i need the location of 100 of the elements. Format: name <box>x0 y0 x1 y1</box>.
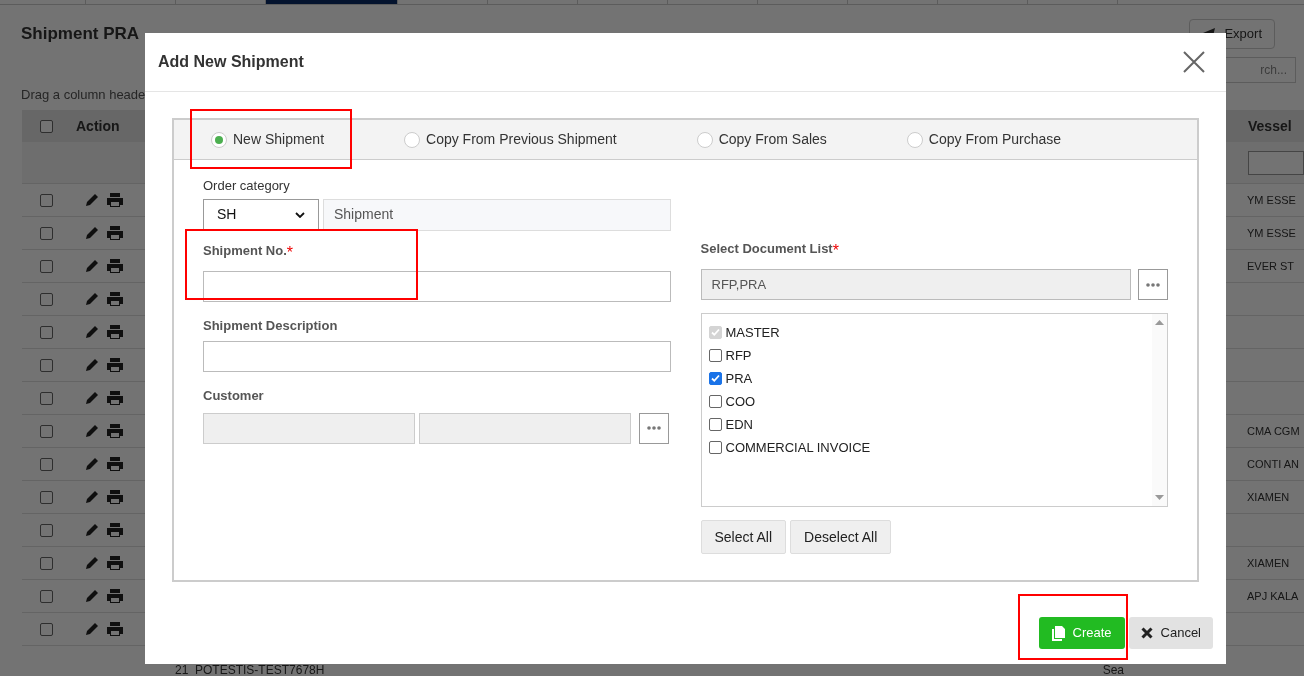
pencil-icon[interactable] <box>84 225 100 241</box>
document-option[interactable]: COMMERCIAL INVOICE <box>708 439 1152 456</box>
document-option[interactable]: PRA <box>708 370 1152 387</box>
page-title: Shipment PRA <box>21 22 140 45</box>
checkbox[interactable] <box>708 395 722 408</box>
close-button[interactable] <box>1182 50 1206 74</box>
printer-icon[interactable] <box>106 258 124 274</box>
pencil-icon[interactable] <box>84 489 100 505</box>
shipment-number-field[interactable] <box>203 270 671 302</box>
printer-icon[interactable] <box>106 324 124 340</box>
close-icon <box>1140 627 1153 639</box>
checkbox[interactable] <box>39 523 53 537</box>
pencil-icon[interactable] <box>84 522 100 538</box>
field-label: Customer <box>203 387 265 405</box>
copy-icon <box>1051 625 1065 641</box>
required-mark: * <box>286 242 293 263</box>
checkbox[interactable] <box>708 441 722 454</box>
radio-option[interactable]: Copy From Previous Shipment <box>404 129 617 150</box>
checkbox[interactable] <box>39 622 53 636</box>
printer-icon[interactable] <box>106 225 124 241</box>
checkbox[interactable] <box>39 119 53 133</box>
pencil-icon[interactable] <box>84 390 100 406</box>
pencil-icon[interactable] <box>84 456 100 472</box>
checkbox[interactable] <box>39 226 53 240</box>
dialog-title: Add New Shipment <box>158 52 304 72</box>
checkbox[interactable] <box>39 325 53 339</box>
checkbox[interactable] <box>39 358 53 372</box>
ellipsis-icon <box>647 426 661 430</box>
deselect-all-button[interactable]: Deselect All <box>790 520 892 554</box>
table-cell: 21_POTESTIS-TEST7678H <box>175 664 325 676</box>
radio-option[interactable]: New Shipment <box>211 129 325 150</box>
field-label: Order category <box>203 177 291 195</box>
pencil-icon[interactable] <box>84 192 100 208</box>
checkbox[interactable] <box>39 589 53 603</box>
checkbox[interactable] <box>39 457 53 471</box>
checkbox[interactable] <box>39 193 53 207</box>
radio-button[interactable] <box>696 131 713 148</box>
browse-button[interactable] <box>639 412 669 444</box>
printer-icon[interactable] <box>106 555 124 571</box>
checkbox[interactable] <box>708 418 722 431</box>
group-hint: Drag a column heade <box>20 85 147 104</box>
pencil-icon[interactable] <box>84 555 100 571</box>
table-cell-text: YM ESSE <box>1246 225 1297 241</box>
category-select[interactable]: SH <box>203 198 319 231</box>
checkbox[interactable] <box>708 372 722 385</box>
printer-icon[interactable] <box>106 192 124 208</box>
table-cell-text: XIAMEN <box>1246 489 1291 505</box>
pencil-icon[interactable] <box>84 291 100 307</box>
pencil-icon[interactable] <box>84 621 100 637</box>
pencil-icon[interactable] <box>84 324 100 340</box>
pencil-icon[interactable] <box>84 588 100 604</box>
table-cell-text: YM ESSE <box>1246 192 1297 208</box>
required-mark: * <box>832 241 839 261</box>
checkbox[interactable] <box>39 490 53 504</box>
table-cell: Sea <box>1102 664 1124 676</box>
close-icon <box>1183 51 1205 73</box>
browse-button[interactable] <box>1138 269 1168 300</box>
document-option[interactable]: COO <box>708 393 1152 410</box>
checkbox[interactable] <box>39 259 53 273</box>
cancel-button[interactable]: Cancel <box>1128 617 1213 649</box>
radio-option[interactable]: Copy From Sales <box>696 129 827 150</box>
document-list-field: RFP,PRA <box>700 269 1131 300</box>
checkbox[interactable] <box>39 424 53 438</box>
radio-button[interactable] <box>906 131 923 148</box>
printer-icon[interactable] <box>106 588 124 604</box>
category-description-field: Shipment <box>323 198 671 231</box>
radio-button[interactable] <box>404 131 421 148</box>
table-cell-text: CONTI AN <box>1246 456 1300 472</box>
select-all-button[interactable]: Select All <box>700 520 787 554</box>
printer-icon[interactable] <box>106 423 124 439</box>
printer-icon[interactable] <box>106 291 124 307</box>
field-label: Shipment No. <box>203 241 287 260</box>
scrollbar[interactable] <box>1152 314 1167 506</box>
document-option[interactable]: EDN <box>708 416 1152 433</box>
table-cell-text: EVER ST <box>1246 258 1296 274</box>
pencil-icon[interactable] <box>84 423 100 439</box>
checkbox[interactable] <box>708 349 722 362</box>
radio-button[interactable] <box>211 131 227 148</box>
printer-icon[interactable] <box>106 357 124 373</box>
pencil-icon[interactable] <box>84 258 100 274</box>
printer-icon[interactable] <box>106 390 124 406</box>
ellipsis-icon <box>1146 282 1160 287</box>
scroll-down-icon[interactable] <box>1155 495 1164 500</box>
printer-icon[interactable] <box>106 621 124 637</box>
shipment-description-field[interactable] <box>203 341 671 372</box>
printer-icon[interactable] <box>106 456 124 472</box>
table-cell-text: CMA CGM <box>1246 423 1301 439</box>
checkbox[interactable] <box>39 391 53 405</box>
checkbox[interactable] <box>39 556 53 570</box>
column-header: Action <box>75 116 121 136</box>
printer-icon[interactable] <box>106 522 124 538</box>
field-label: Select Document List <box>700 240 833 258</box>
printer-icon[interactable] <box>106 489 124 505</box>
scroll-up-icon[interactable] <box>1155 320 1164 325</box>
document-option[interactable]: RFP <box>708 347 1152 364</box>
pencil-icon[interactable] <box>84 357 100 373</box>
checkbox[interactable] <box>39 292 53 306</box>
chevron-down-icon <box>295 211 305 218</box>
radio-option[interactable]: Copy From Purchase <box>906 129 1062 150</box>
filter-field[interactable] <box>1248 150 1304 175</box>
